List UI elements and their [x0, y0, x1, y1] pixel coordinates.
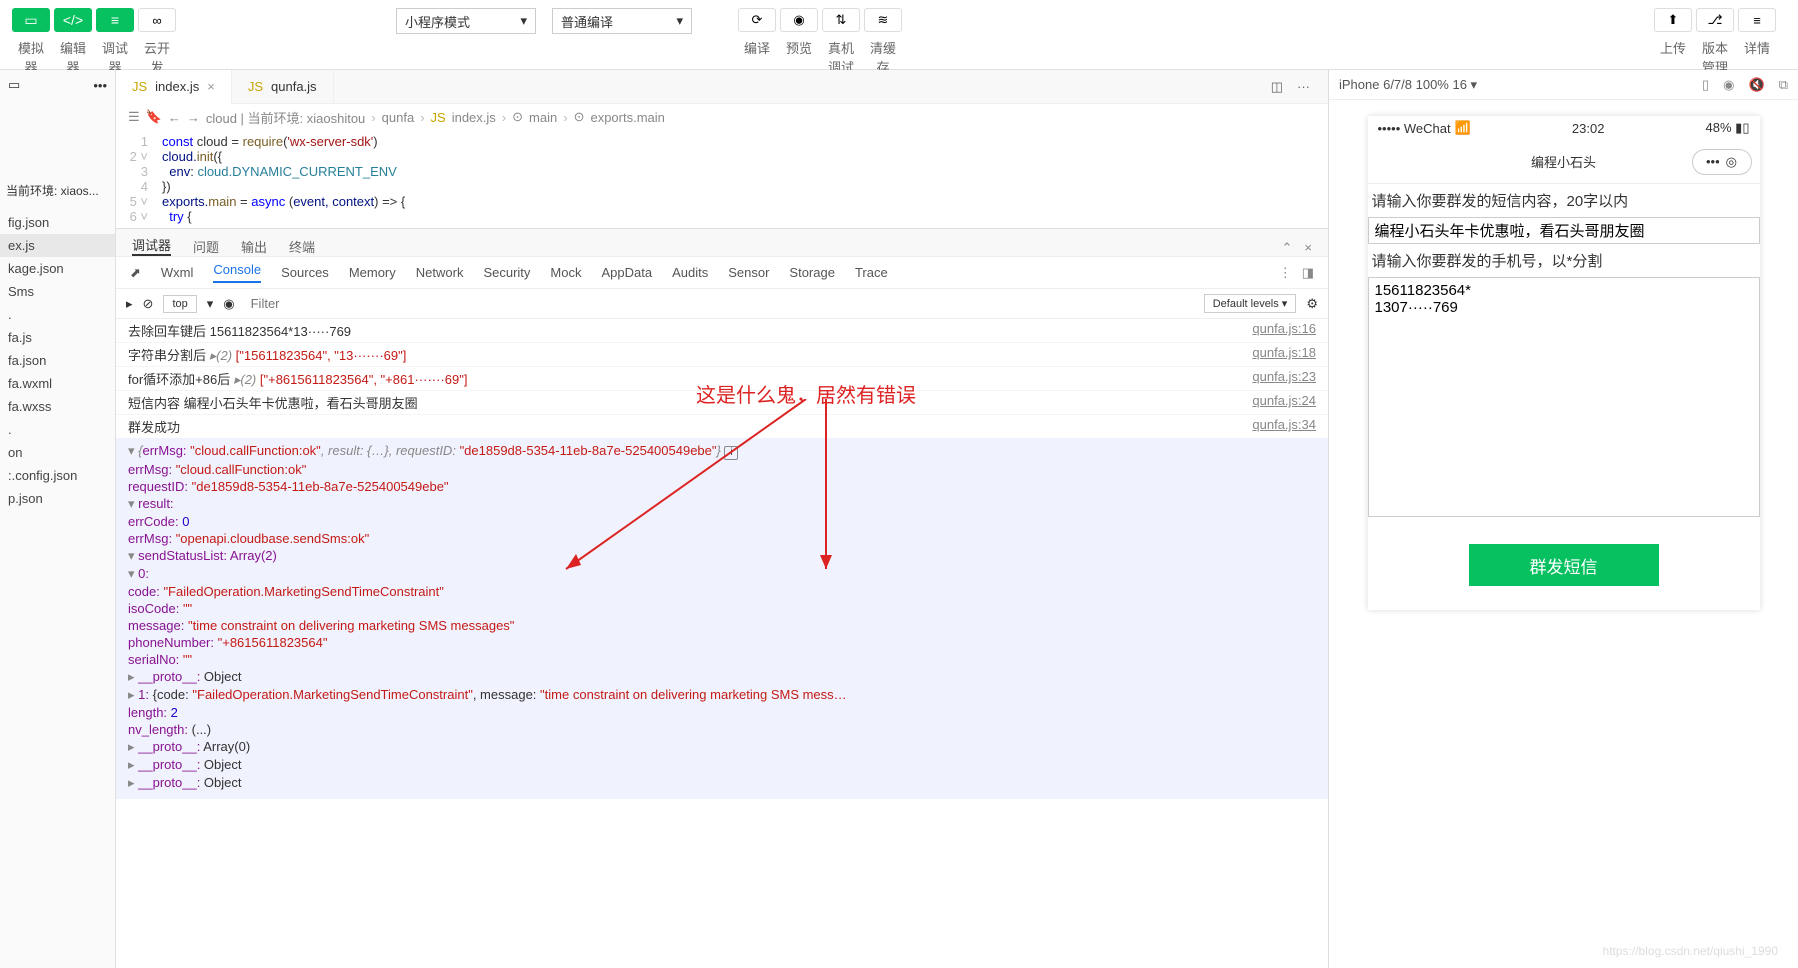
dt-console[interactable]: Console	[213, 262, 261, 283]
breadcrumb: ☰🔖←→ cloud | 当前环境: xiaoshitou› qunfa› JS…	[116, 104, 1328, 130]
close-icon[interactable]: ×	[1304, 240, 1312, 256]
chevron-up-icon[interactable]: ⌃	[1282, 240, 1293, 256]
dt-audits[interactable]: Audits	[672, 265, 708, 280]
file-item[interactable]: fa.wxml	[0, 372, 115, 395]
wifi-icon: 📶	[1455, 120, 1471, 136]
mode-select[interactable]: 小程序模式▾	[396, 8, 536, 34]
tab-problems[interactable]: 问题	[193, 237, 219, 256]
remote-debug-button[interactable]: ⇅	[822, 8, 860, 32]
sidebar-icon[interactable]: ▭	[8, 77, 20, 93]
top-toolbar: ▭ </> ≡ ∞ 模拟器 编辑器 调试器 云开发 小程序模式▾ 普通编译▾ ⟳…	[0, 0, 1798, 70]
preview-button[interactable]: ◉	[780, 8, 818, 32]
tab-index-js[interactable]: JSindex.js×	[116, 70, 232, 104]
no-entry-icon[interactable]: ⊘	[143, 296, 154, 312]
dt-sources[interactable]: Sources	[281, 265, 329, 280]
file-item[interactable]: fa.json	[0, 349, 115, 372]
battery-label: 48% ▮▯	[1706, 120, 1750, 136]
page-title: 编程小石头	[1531, 152, 1596, 171]
bottom-panel: 调试器 问题 输出 终端 ⌃ × ⬈ Wxml Console Sources M…	[116, 228, 1328, 799]
dt-memory[interactable]: Memory	[349, 265, 396, 280]
file-item[interactable]: .	[0, 418, 115, 441]
file-item[interactable]: fa.js	[0, 326, 115, 349]
upload-button[interactable]: ⬆	[1654, 8, 1692, 32]
dt-network[interactable]: Network	[416, 265, 464, 280]
details-button[interactable]: ≡	[1738, 8, 1776, 32]
tab-debugger[interactable]: 调试器	[132, 235, 171, 256]
phone-list-textarea[interactable]	[1368, 277, 1760, 517]
dock-icon[interactable]: ◨	[1302, 265, 1314, 281]
detach-icon[interactable]: ⧉	[1779, 77, 1788, 93]
context-select[interactable]: top	[163, 295, 196, 313]
file-item[interactable]: on	[0, 441, 115, 464]
phone-frame: ••••• WeChat 📶 23:02 48% ▮▯ 编程小石头 •••◎ 请…	[1368, 116, 1760, 610]
phone-list-label: 请输入你要群发的手机号，以*分割	[1368, 244, 1760, 277]
clear-cache-button[interactable]: ≋	[864, 8, 902, 32]
file-item[interactable]: ex.js	[0, 234, 115, 257]
cloud-button[interactable]: ∞	[138, 8, 176, 32]
split-editor-icon[interactable]: ◫	[1271, 79, 1283, 95]
file-item[interactable]: fig.json	[0, 211, 115, 234]
file-explorer: ▭ ••• 当前环境: xiaos... fig.jsonex.jskage.j…	[0, 70, 116, 968]
compile-mode-select[interactable]: 普通编译▾	[552, 8, 692, 34]
play-icon[interactable]: ▸	[126, 296, 133, 312]
sms-content-input[interactable]	[1368, 217, 1760, 244]
more-actions-icon[interactable]: ···	[1297, 79, 1310, 95]
device-select[interactable]: iPhone 6/7/8 100% 16 ▾	[1339, 77, 1477, 93]
file-item[interactable]: Sms	[0, 280, 115, 303]
sms-content-label: 请输入你要群发的短信内容，20字以内	[1368, 184, 1760, 217]
file-item[interactable]: fa.wxss	[0, 395, 115, 418]
levels-select[interactable]: Default levels ▾	[1204, 294, 1297, 313]
inspect-icon[interactable]: ⬈	[130, 265, 141, 281]
dt-storage[interactable]: Storage	[789, 265, 835, 280]
watermark: https://blog.csdn.net/qiushi_1990	[1603, 944, 1778, 958]
file-item[interactable]: p.json	[0, 487, 115, 510]
editor-button[interactable]: </>	[54, 8, 92, 32]
tab-qunfa-js[interactable]: JSqunfa.js	[232, 70, 334, 104]
signal-label: ••••• WeChat	[1378, 121, 1451, 136]
gear-icon[interactable]: ⚙	[1306, 296, 1318, 312]
record-icon[interactable]: ◉	[1723, 77, 1734, 93]
close-icon[interactable]: ×	[207, 79, 215, 94]
send-sms-button[interactable]: 群发短信	[1469, 544, 1659, 586]
filter-input[interactable]	[245, 294, 1194, 313]
dt-sensor[interactable]: Sensor	[728, 265, 769, 280]
compile-button[interactable]: ⟳	[738, 8, 776, 32]
tab-terminal[interactable]: 终端	[289, 237, 315, 256]
dt-mock[interactable]: Mock	[550, 265, 581, 280]
version-button[interactable]: ⎇	[1696, 8, 1734, 32]
annotation-text: 这是什么鬼，居然有错误	[696, 379, 916, 408]
file-item[interactable]: .	[0, 303, 115, 326]
dt-security[interactable]: Security	[483, 265, 530, 280]
tab-output[interactable]: 输出	[241, 237, 267, 256]
dt-appdata[interactable]: AppData	[601, 265, 652, 280]
js-icon: JS	[132, 79, 147, 94]
simulator-pane: iPhone 6/7/8 100% 16 ▾ ▯ ◉ 🔇 ⧉ ••••• WeC…	[1328, 70, 1798, 968]
file-item[interactable]: :.config.json	[0, 464, 115, 487]
code-editor[interactable]: 1const cloud = require('wx-server-sdk') …	[116, 130, 1328, 228]
dt-wxml[interactable]: Wxml	[161, 265, 194, 280]
device-icon[interactable]: ▯	[1702, 77, 1709, 93]
mute-icon[interactable]: 🔇	[1749, 77, 1765, 93]
console-output[interactable]: 去除回车键后 15611823564*13·····769qunfa.js:16…	[116, 319, 1328, 799]
file-item[interactable]: kage.json	[0, 257, 115, 280]
env-label: 当前环境: xiaos...	[0, 170, 115, 211]
more-icon[interactable]: •••	[93, 78, 107, 93]
capsule-menu[interactable]: •••◎	[1692, 149, 1752, 175]
time-label: 23:02	[1471, 121, 1706, 136]
debugger-button[interactable]: ≡	[96, 8, 134, 32]
eye-icon[interactable]: ◉	[223, 296, 234, 312]
editor-tabs: JSindex.js× JSqunfa.js ◫ ···	[116, 70, 1328, 104]
js-icon: JS	[248, 79, 263, 94]
dt-trace[interactable]: Trace	[855, 265, 888, 280]
simulator-button[interactable]: ▭	[12, 8, 50, 32]
